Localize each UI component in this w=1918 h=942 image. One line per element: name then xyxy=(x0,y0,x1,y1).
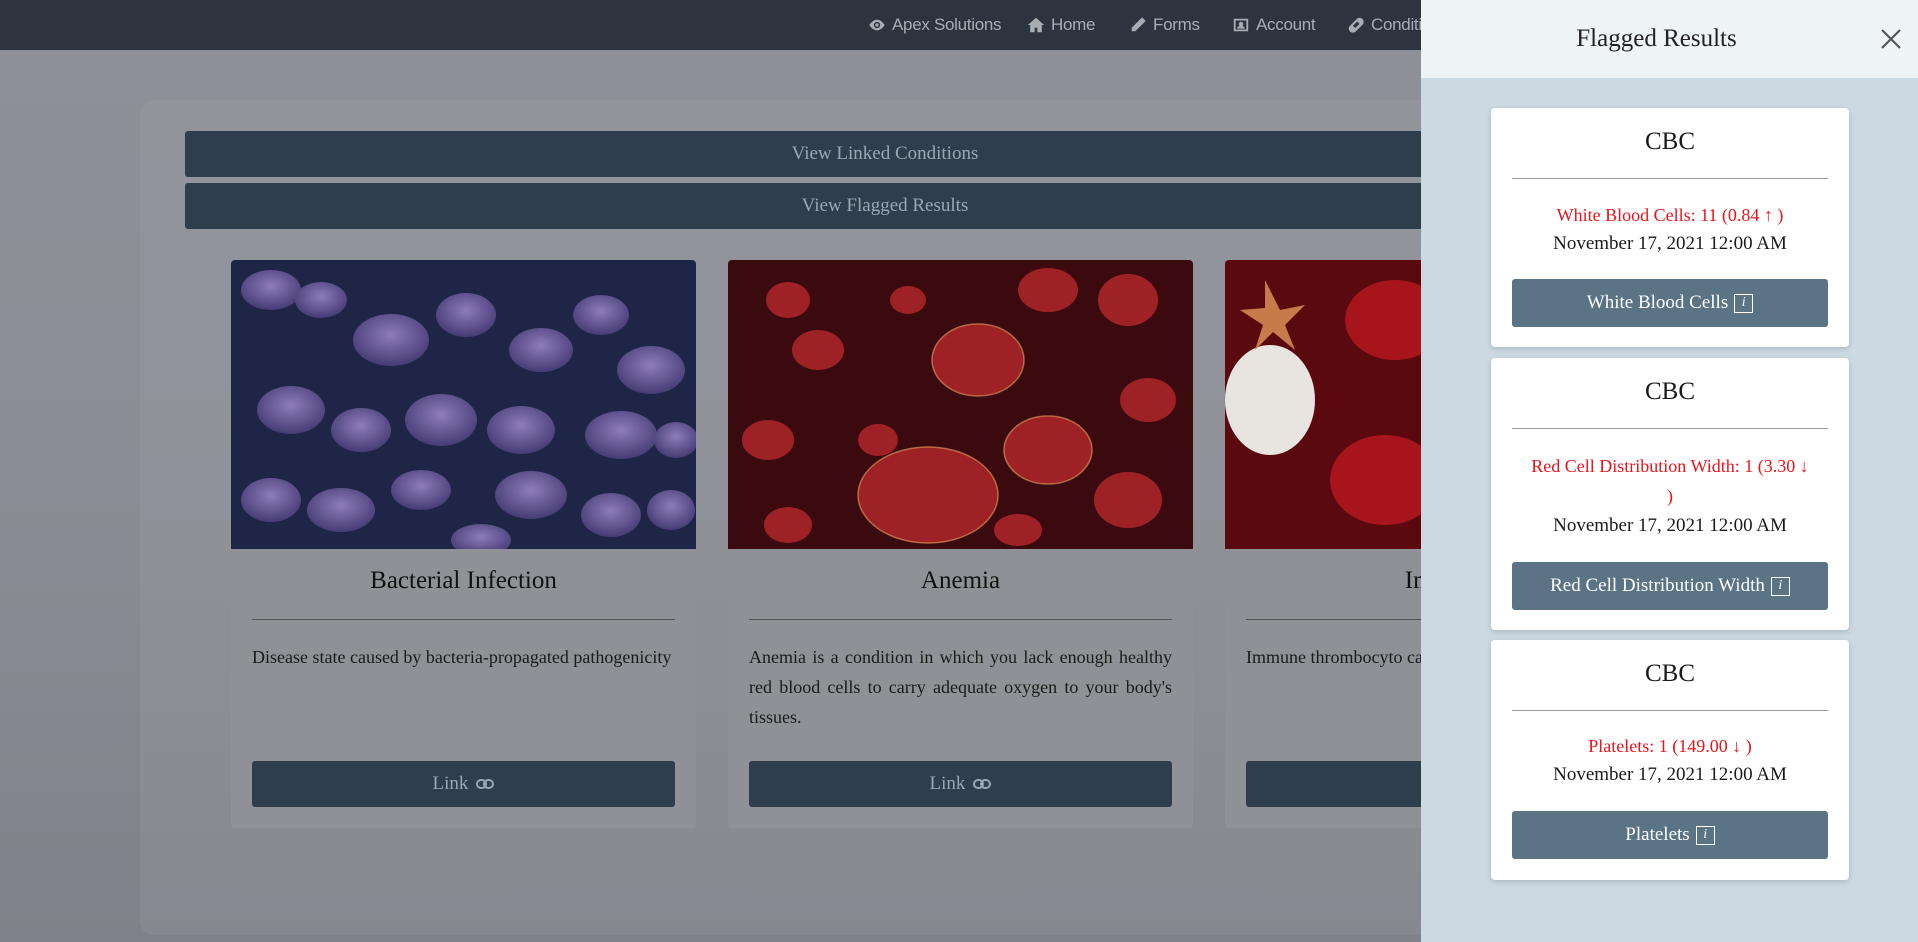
flagged-result-card: CBC Red Cell Distribution Width: 1 (3.30… xyxy=(1491,358,1849,630)
red-blood-cells-image xyxy=(728,260,1193,549)
card-divider xyxy=(1512,710,1828,711)
close-icon xyxy=(1881,29,1901,49)
home-icon xyxy=(1027,17,1045,33)
view-flagged-results-button[interactable]: View Flagged Results xyxy=(185,183,1585,229)
user-badge-icon xyxy=(1233,18,1249,32)
panel-title: CBC xyxy=(1644,660,1696,687)
card-divider xyxy=(749,619,1172,620)
red-cell-distribution-width-info-button[interactable]: Red Cell Distribution Width i xyxy=(1512,562,1828,610)
card-title: Bacterial Infection xyxy=(370,567,557,594)
pencil-icon xyxy=(1131,17,1146,32)
flagged-result-card: CBC White Blood Cells: 11 (0.84 ↑ ) Nove… xyxy=(1491,108,1849,347)
nav-label: Account xyxy=(1256,15,1316,34)
flagged-value-text-cont: ) xyxy=(1667,486,1673,506)
card-divider xyxy=(252,619,675,620)
flagged-value: Red Cell Distribution Width: 1 (3.30 ↓ ) xyxy=(1512,451,1828,511)
card-title: Anemia xyxy=(920,567,1001,594)
nav-label: Conditi xyxy=(1371,15,1422,34)
link-icon xyxy=(973,779,992,789)
result-date: November 17, 2021 12:00 AM xyxy=(1553,764,1787,785)
nav-label: Home xyxy=(1051,15,1096,34)
result-date: November 17, 2021 12:00 AM xyxy=(1553,515,1787,536)
flagged-results-flyout: Flagged Results CBC White Blood Cells: 1… xyxy=(1421,0,1918,942)
info-icon: i xyxy=(1695,825,1715,845)
flagged-value-text: Red Cell Distribution Width: 1 (3.30 ↓ xyxy=(1531,456,1809,476)
condition-card: Bacterial Infection Disease state caused… xyxy=(231,260,696,828)
button-label: White Blood Cells xyxy=(1586,292,1729,313)
nav-account[interactable]: Account xyxy=(1232,0,1316,50)
card-divider xyxy=(1512,178,1828,179)
nav-apex-solutions[interactable]: Apex Solutions xyxy=(868,0,1002,50)
link-icon xyxy=(476,779,495,789)
flyout-title: Flagged Results xyxy=(1576,25,1737,52)
nav-label: Forms xyxy=(1153,15,1200,34)
info-icon: i xyxy=(1734,293,1754,313)
pill-icon xyxy=(1348,17,1364,33)
card-divider xyxy=(1512,428,1828,429)
view-linked-conditions-button[interactable]: View Linked Conditions xyxy=(185,131,1585,177)
card-link-button[interactable]: Link xyxy=(749,761,1172,807)
flagged-value: White Blood Cells: 11 (0.84 ↑ ) xyxy=(1512,200,1828,230)
button-label: Red Cell Distribution Width xyxy=(1550,575,1765,596)
nav-forms[interactable]: Forms xyxy=(1129,0,1200,50)
card-description: Anemia is a condition in which you lack … xyxy=(749,647,1172,727)
nav-conditions[interactable]: Conditi xyxy=(1347,0,1422,50)
link-label: Link xyxy=(929,773,966,794)
flagged-result-card: CBC Platelets: 1 (149.00 ↓ ) November 17… xyxy=(1491,640,1849,880)
bacteria-image xyxy=(231,260,696,549)
button-label: Platelets xyxy=(1625,824,1690,845)
link-label: Link xyxy=(432,773,469,794)
card-link-button[interactable]: Link xyxy=(252,761,675,807)
flagged-value: Platelets: 1 (149.00 ↓ ) xyxy=(1512,731,1828,761)
platelets-info-button[interactable]: Platelets i xyxy=(1512,811,1828,859)
panel-title: CBC xyxy=(1644,378,1696,405)
close-button[interactable] xyxy=(1876,24,1906,54)
nav-home[interactable]: Home xyxy=(1027,0,1095,50)
condition-card: Anemia Anemia is a condition in which yo… xyxy=(728,260,1193,828)
flyout-header: Flagged Results xyxy=(1421,0,1918,78)
flagged-value-text: White Blood Cells: 11 (0.84 ↑ ) xyxy=(1556,205,1784,225)
flagged-value-text: Platelets: 1 (149.00 ↓ ) xyxy=(1588,736,1752,756)
white-blood-cells-info-button[interactable]: White Blood Cells i xyxy=(1512,279,1828,327)
info-icon: i xyxy=(1770,576,1790,596)
nav-label: Apex Solutions xyxy=(892,15,1002,34)
panel-title: CBC xyxy=(1644,128,1696,155)
result-date: November 17, 2021 12:00 AM xyxy=(1553,233,1787,254)
eye-icon xyxy=(869,19,885,31)
card-description: Disease state caused by bacteria-propaga… xyxy=(252,647,672,667)
